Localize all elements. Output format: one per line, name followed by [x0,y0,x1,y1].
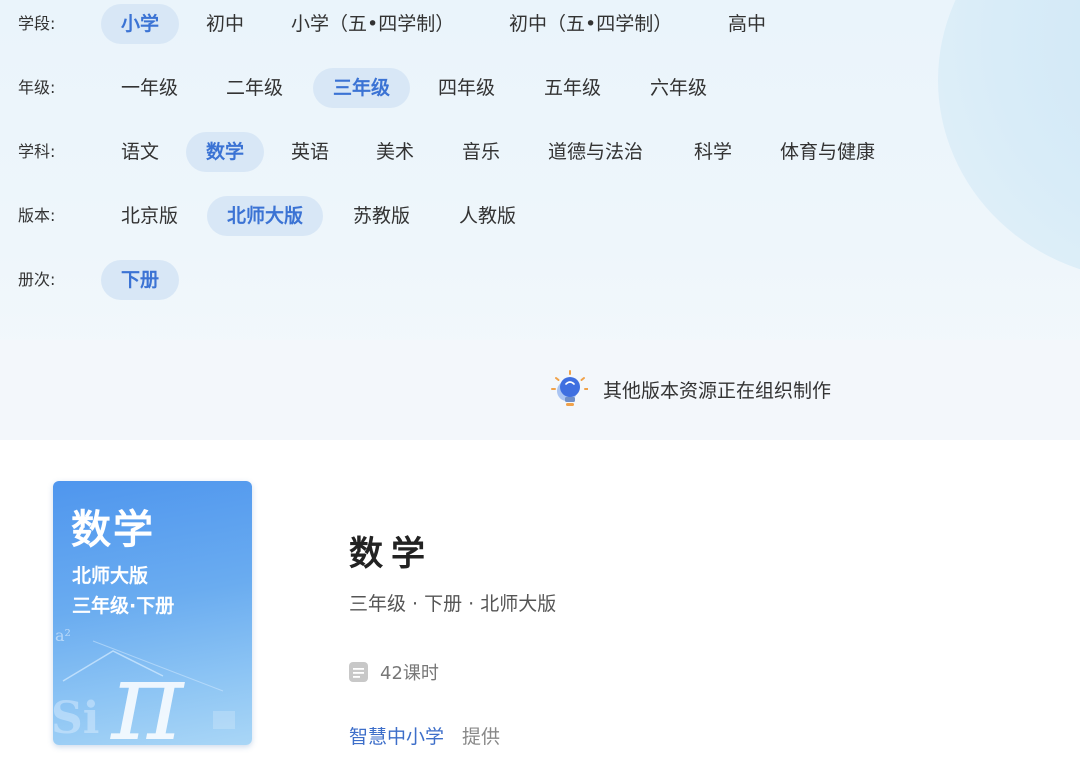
chip-subject-art[interactable]: 美术 [356,132,434,172]
chip-stage-senior[interactable]: 高中 [708,4,786,44]
filter-row-grade: 年级: 一年级 二年级 三年级 四年级 五年级 六年级 [0,68,1080,108]
cover-pi-illustration: a² Si π [53,626,235,745]
course-title[interactable]: 数学 [349,526,433,575]
chip-subject-pe-health[interactable]: 体育与健康 [760,132,895,172]
chip-stage-primary-54[interactable]: 小学（五•四学制） [271,4,474,44]
chip-volume-second[interactable]: 下册 [101,260,180,300]
filter-label-stage: 学段: [18,14,56,33]
chip-edition-beijing[interactable]: 北京版 [101,196,198,236]
chip-grade-1[interactable]: 一年级 [101,68,198,108]
lesson-count: 42课时 [380,663,439,684]
filter-row-edition: 版本: 北京版 北师大版 苏教版 人教版 [0,196,1080,236]
chip-subject-science[interactable]: 科学 [674,132,752,172]
chip-subject-morality-law[interactable]: 道德与法治 [528,132,663,172]
chip-grade-2[interactable]: 二年级 [206,68,303,108]
chip-subject-chinese[interactable]: 语文 [101,132,179,172]
provider-suffix: 提供 [462,726,501,748]
lightbulb-icon [551,370,588,406]
svg-text:Si: Si [53,693,100,744]
notice-text: 其他版本资源正在组织制作 [603,380,832,402]
chip-stage-junior-54[interactable]: 初中（五•四学制） [489,4,692,44]
chip-grade-3[interactable]: 三年级 [313,68,411,108]
course-meta: 三年级 · 下册 · 北师大版 [349,593,557,615]
notice-bar [0,340,1080,440]
chip-edition-renjiao[interactable]: 人教版 [439,196,536,236]
filter-label-subject: 学科: [18,142,56,161]
chip-subject-english[interactable]: 英语 [271,132,349,172]
chip-grade-4[interactable]: 四年级 [418,68,515,108]
filter-label-volume: 册次: [18,270,56,289]
cover-grade-volume: 三年级·下册 [72,595,175,617]
chip-stage-junior[interactable]: 初中 [186,4,264,44]
chip-grade-5[interactable]: 五年级 [524,68,621,108]
chip-subject-music[interactable]: 音乐 [442,132,520,172]
book-cover[interactable]: 数学 北师大版 三年级·下册 a² Si π [53,481,252,745]
chip-edition-bnu[interactable]: 北师大版 [207,196,324,236]
chip-stage-primary[interactable]: 小学 [101,4,180,44]
chip-edition-sujiao[interactable]: 苏教版 [333,196,430,236]
svg-text:a²: a² [55,626,71,645]
chip-subject-math[interactable]: 数学 [186,132,265,172]
chip-grade-6[interactable]: 六年级 [630,68,727,108]
cover-title: 数学 [71,506,155,553]
cover-edition: 北师大版 [72,565,149,587]
provider-link[interactable]: 智慧中小学 [349,722,444,749]
document-icon [349,662,368,682]
filter-label-edition: 版本: [18,206,56,225]
filter-row-subject: 学科: 语文 数学 英语 美术 音乐 道德与法治 科学 体育与健康 [0,132,1080,172]
filter-row-stage: 学段: 小学 初中 小学（五•四学制） 初中（五•四学制） 高中 [0,4,1080,44]
svg-text:π: π [110,637,185,745]
filter-row-volume: 册次: 下册 [0,260,1080,300]
filter-label-grade: 年级: [18,78,56,97]
